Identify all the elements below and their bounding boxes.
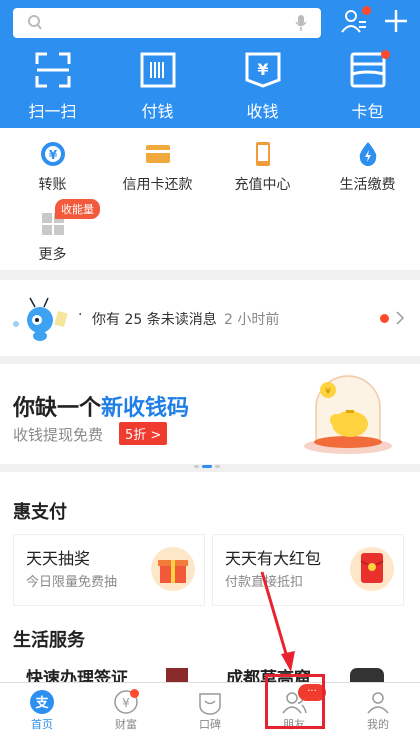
grid-label-utilities: 生活缴费 (339, 177, 396, 193)
tab-koubei[interactable]: 口碑 (168, 683, 252, 733)
phone-recharge-icon (255, 142, 270, 166)
quick-cards-button[interactable]: 卡包 (315, 52, 420, 122)
quick-cards-label: 卡包 (351, 102, 384, 121)
grid-item-utilities[interactable]: 生活缴费 (315, 140, 420, 194)
svg-text:¥: ¥ (257, 60, 268, 79)
promo-card-lottery[interactable]: 天天抽奖 今日限量免费抽 (13, 534, 205, 606)
quick-pay-button[interactable]: 付钱 (105, 52, 210, 122)
svg-text:支: 支 (34, 695, 49, 711)
search-input[interactable] (13, 8, 321, 38)
service-grid: ¥ 转账 信用卡还款 充值中心 生活缴费 更多 收能量 (0, 128, 420, 270)
wealth-notification-dot (130, 689, 139, 698)
bullet-dot: · (78, 307, 83, 323)
banner-subtitle: 收钱提现免费 (13, 426, 104, 444)
grid-label-more: 更多 (38, 247, 67, 263)
life-item-visa-thumb (166, 668, 188, 682)
tab-home-label: 首页 (31, 718, 53, 731)
message-time: 2 小时前 (224, 312, 280, 328)
add-icon[interactable] (383, 8, 409, 34)
unread-message-text: 你有 25 条未读消息 (92, 312, 217, 328)
koubei-icon (199, 693, 221, 715)
promo-card-redpacket-title: 天天有大红包 (225, 549, 322, 568)
grid-label-transfer: 转账 (38, 177, 67, 193)
svg-text:¥: ¥ (48, 148, 57, 162)
tab-wealth[interactable]: ¥ 财富 (84, 683, 168, 733)
profile-icon (367, 692, 389, 714)
promo-card-lottery-subtitle: 今日限量免费抽 (26, 575, 118, 590)
svg-text:¥: ¥ (325, 387, 331, 397)
life-services-section: 生活服务 快速办理签证 成都莫高窟 (0, 612, 420, 689)
message-unread-dot (380, 314, 389, 323)
microphone-icon[interactable] (295, 14, 307, 32)
grid-item-transfer[interactable]: ¥ 转账 (0, 140, 105, 194)
promo-section: 惠支付 天天抽奖 今日限量免费抽 天天有大红包 付款直接抵扣 (0, 472, 420, 612)
life-item-travel-thumb (350, 668, 384, 682)
tab-wealth-label: 财富 (115, 718, 137, 731)
contacts-notification-dot (362, 6, 371, 15)
promo-card-redpacket-subtitle: 付款直接抵扣 (225, 575, 304, 590)
grid-item-recharge[interactable]: 充值中心 (210, 140, 315, 194)
banner-title-highlight: 新收钱码 (101, 396, 190, 421)
promo-banner[interactable]: 你缺一个新收钱码 收钱提现免费 5折 > ¥ (0, 364, 420, 468)
red-envelope-icon (350, 547, 394, 591)
transfer-icon: ¥ (40, 142, 65, 166)
life-section-title: 生活服务 (13, 630, 85, 651)
quick-receive-label: 收钱 (246, 102, 279, 121)
tab-koubei-label: 口碑 (199, 718, 221, 731)
chevron-right-icon[interactable] (396, 311, 404, 325)
grid-item-credit-card[interactable]: 信用卡还款 (105, 140, 210, 194)
promo-section-title: 惠支付 (13, 502, 67, 523)
gift-box-icon (151, 547, 195, 591)
search-icon (28, 15, 42, 30)
quick-scan-label: 扫一扫 (28, 102, 77, 121)
banner-pagination (194, 453, 223, 472)
promo-card-redpacket[interactable]: 天天有大红包 付款直接抵扣 (212, 534, 404, 606)
credit-card-icon (145, 145, 170, 163)
grid-label-credit-card: 信用卡还款 (122, 177, 193, 193)
yuan-receive-icon: ¥ (245, 52, 280, 88)
card-wallet-icon (350, 52, 385, 88)
piggy-bank-illustration: ¥ (304, 375, 392, 454)
utility-drop-icon (359, 142, 376, 166)
tab-home[interactable]: 支 首页 (0, 683, 84, 733)
discount-tag[interactable]: 5折 > (119, 422, 168, 445)
quick-receive-button[interactable]: ¥ 收钱 (210, 52, 315, 122)
cards-notification-dot (381, 50, 390, 59)
tab-profile-label: 我的 (367, 718, 389, 731)
bottom-tab-bar: 支 首页 ¥ 财富 口碑 朋友 我的 (0, 682, 420, 733)
annotation-highlight-box (265, 674, 325, 729)
message-bar[interactable]: · 你有 25 条未读消息 2 小时前 (0, 280, 420, 356)
header: 扫一扫 付钱 ¥ 收钱 卡包 (0, 0, 420, 128)
barcode-icon (140, 52, 175, 88)
promo-card-lottery-title: 天天抽奖 (26, 549, 91, 568)
banner-title-prefix: 你缺一个 (13, 396, 102, 421)
banner-title: 你缺一个新收钱码 (13, 390, 189, 422)
svg-text:¥: ¥ (122, 696, 130, 710)
grid-label-recharge: 充值中心 (234, 177, 291, 193)
scan-icon (35, 52, 70, 88)
quick-pay-label: 付钱 (141, 102, 174, 121)
ant-mascot-icon (13, 297, 68, 341)
energy-badge: 收能量 (55, 199, 100, 219)
tab-profile[interactable]: 我的 (336, 683, 420, 733)
quick-scan-button[interactable]: 扫一扫 (0, 52, 105, 122)
home-icon: 支 (30, 690, 54, 714)
